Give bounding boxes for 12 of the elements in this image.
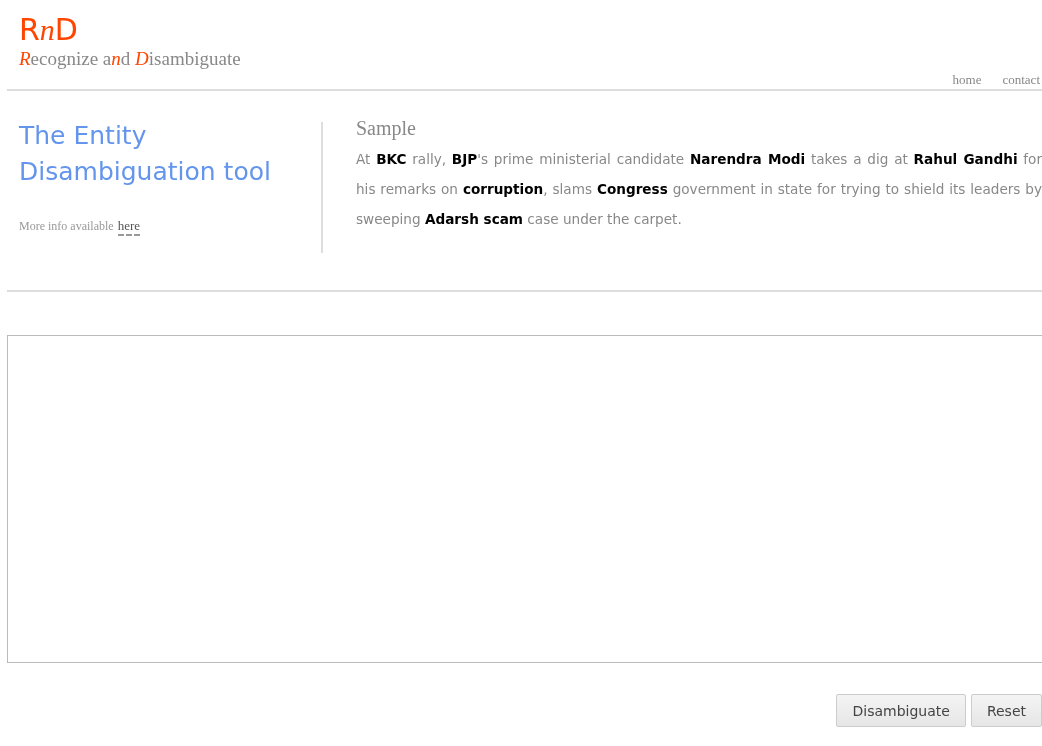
sample-text: At BKC rally, BJP's prime ministerial candidate Narendra Modi takes a dig at Rahul Gandhi for his remarks on corruption, slams Congress government in state for trying to shield its leaders by sweeping Adarsh scam case under the carpet. [356, 150, 1042, 229]
page-title: The Entity Disambiguation tool [19, 120, 272, 188]
tagline: Recognize and Disambiguate [19, 48, 242, 70]
disambiguate-button[interactable]: Disambiguate [836, 694, 966, 727]
info-link[interactable]: here [117, 218, 140, 236]
nav-link[interactable]: home [952, 72, 982, 88]
sample-heading: Sample [356, 117, 417, 140]
nav-link[interactable]: contact [1002, 72, 1040, 88]
info-text: More info available [19, 219, 114, 234]
logo: RnD [19, 12, 79, 48]
reset-button[interactable]: Reset [970, 694, 1042, 727]
text-input-field[interactable] [7, 335, 1042, 663]
